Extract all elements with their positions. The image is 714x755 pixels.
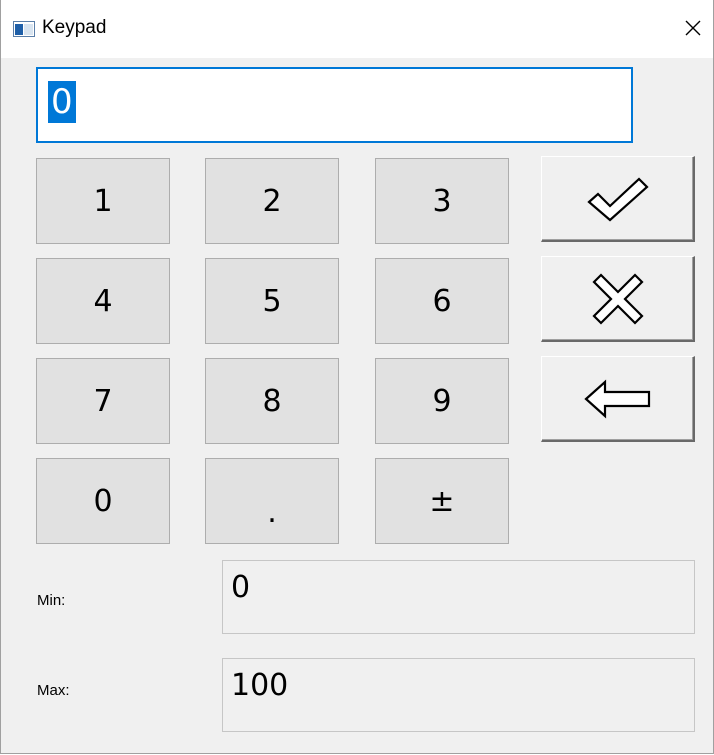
max-value: 100 [231,668,289,703]
close-icon[interactable] [673,8,713,48]
key-2[interactable]: 2 [205,158,339,244]
key-8[interactable]: 8 [205,358,339,444]
backspace-button[interactable] [541,356,695,442]
key-5[interactable]: 5 [205,258,339,344]
window-title: Keypad [42,17,107,38]
key-1[interactable]: 1 [36,158,170,244]
key-plus-minus[interactable]: ± [375,458,509,544]
title-bar: Keypad [1,0,713,58]
key-decimal[interactable]: . [205,458,339,544]
min-label: Min: [37,592,66,609]
cancel-button[interactable] [541,256,695,342]
key-6[interactable]: 6 [375,258,509,344]
key-4[interactable]: 4 [36,258,170,344]
x-icon [591,272,644,325]
max-value-field: 100 [222,658,695,732]
value-input-text: 0 [48,81,76,123]
min-value: 0 [231,570,251,605]
left-arrow-icon [583,379,650,418]
key-0[interactable]: 0 [36,458,170,544]
key-7[interactable]: 7 [36,358,170,444]
value-input[interactable]: 0 [36,67,633,143]
keypad-window: Keypad 0 1 2 3 4 5 6 7 8 9 0 . ± Min: 0 … [0,0,714,754]
window-app-icon [13,21,35,37]
confirm-button[interactable] [541,156,695,242]
min-value-field: 0 [222,560,695,634]
max-label: Max: [37,682,70,699]
check-icon [586,176,649,221]
key-9[interactable]: 9 [375,358,509,444]
key-3[interactable]: 3 [375,158,509,244]
